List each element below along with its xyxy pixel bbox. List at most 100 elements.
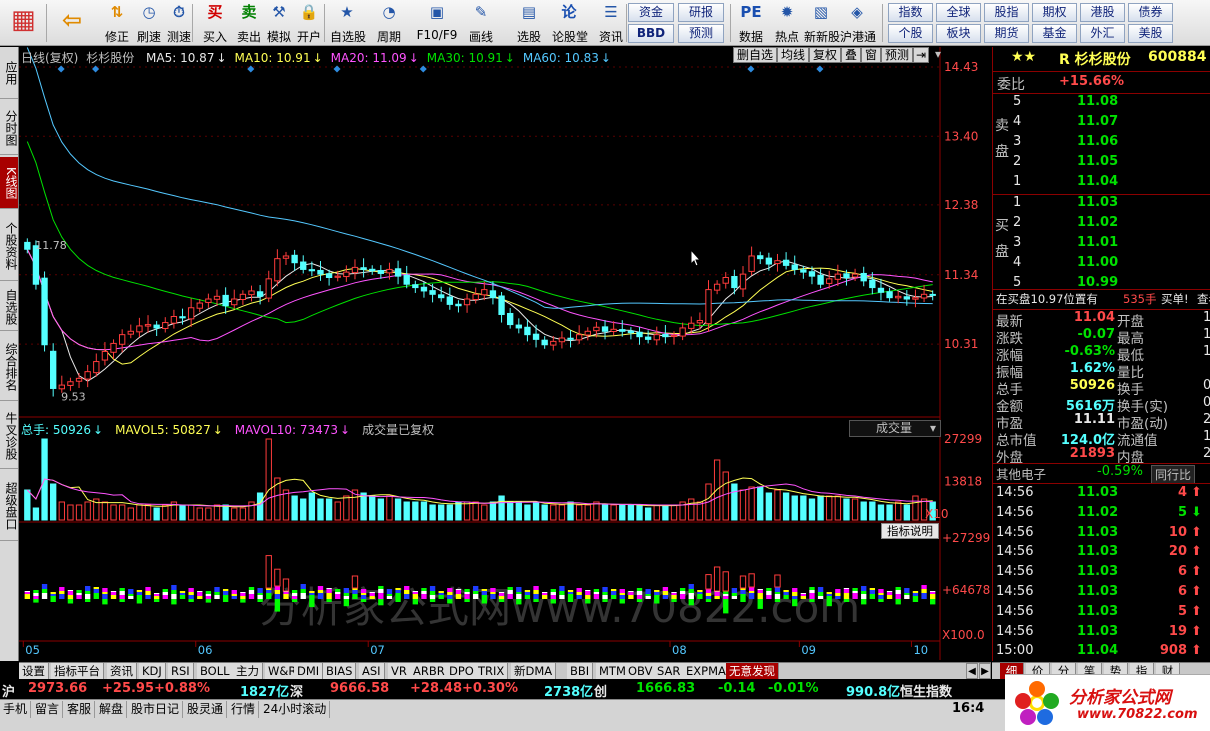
indicator-tab-12[interactable]: ARBR <box>410 663 449 679</box>
indicator-tab-4[interactable]: RSI <box>168 663 194 679</box>
buy-level-4[interactable]: 4 11.00 <box>993 255 1210 273</box>
status-item-0[interactable]: 手机 <box>0 701 32 718</box>
quick-button-3[interactable]: 预测 <box>678 24 724 43</box>
indicator-tab-1[interactable]: 指标平台 <box>51 663 104 679</box>
toolbar-button-15[interactable]: ☰ 资讯 <box>594 2 628 44</box>
chart-menu-4[interactable]: 窗 <box>861 47 882 63</box>
chart-period[interactable]: 日线(复权) <box>21 51 78 65</box>
toolbar-button-0[interactable]: ▦ <box>4 2 40 44</box>
left-tab-6[interactable]: 牛叉诊股 <box>0 403 18 469</box>
toolbar-button-18[interactable]: ▧ 新新股 <box>804 2 840 44</box>
market-button-2[interactable]: 股指 <box>984 3 1029 22</box>
left-tab-3[interactable]: 个股资料 <box>0 211 18 281</box>
buy-level-1[interactable]: 1 11.03 <box>993 195 1210 213</box>
indicator-tab-21[interactable]: 无意发现 <box>726 663 779 679</box>
market-button-5[interactable]: 债券 <box>1128 3 1173 22</box>
star-icon[interactable]: ★★ <box>1011 49 1036 65</box>
chart-menu-5[interactable]: 预测 <box>881 47 914 63</box>
market-button-1[interactable]: 全球 <box>936 3 981 22</box>
market-button-4[interactable]: 港股 <box>1080 3 1125 22</box>
market-button-7[interactable]: 板块 <box>936 24 981 43</box>
indicator-tab-6[interactable]: 主力 <box>233 663 263 679</box>
toolbar-button-1[interactable]: ⇦ <box>56 2 88 44</box>
indicator-tab-11[interactable]: VR <box>388 663 411 679</box>
scroll-left-icon[interactable]: ◀ <box>966 663 978 679</box>
indicator-tab-16[interactable]: BBI <box>567 663 594 679</box>
chevron-down-icon[interactable]: ▾ <box>931 47 945 63</box>
chart-menu-1[interactable]: 均线 <box>777 47 810 63</box>
indicator-tab-5[interactable]: BOLL <box>197 663 234 679</box>
market-button-3[interactable]: 期权 <box>1032 3 1077 22</box>
chart-menu-arrow-icon[interactable]: ⇥ <box>913 47 929 63</box>
peer-compare-tab[interactable]: 同行比 <box>1151 465 1196 484</box>
toolbar-button-10[interactable]: ◔ 周期 <box>372 2 406 44</box>
indicator-tab-19[interactable]: SAR <box>654 663 685 679</box>
status-item-7[interactable]: 24小时滚动 <box>260 701 331 718</box>
left-tab-7[interactable]: 超级盘口 <box>0 471 18 541</box>
sh-index[interactable]: 2973.66 <box>28 681 87 696</box>
toolbar-button-16[interactable]: PE 数据 <box>734 2 768 44</box>
toolbar-button-2[interactable]: ⇅ 修正 <box>100 2 134 44</box>
left-tab-4[interactable]: 自选股 <box>0 283 18 331</box>
indicator-tab-2[interactable]: 资讯 <box>107 663 137 679</box>
big-order-alert[interactable]: 在买盘10.97位置有 535手买单! 查看 <box>993 291 1210 309</box>
indicator-tab-8[interactable]: DMI <box>294 663 324 679</box>
indicator-tab-13[interactable]: DPO <box>446 663 478 679</box>
status-item-5[interactable]: 股灵通 <box>184 701 228 718</box>
left-tab-1[interactable]: 分时图 <box>0 101 18 155</box>
quick-button-0[interactable]: 资金 <box>628 3 674 22</box>
quick-button-2[interactable]: BBD <box>628 24 674 43</box>
status-item-6[interactable]: 行情 <box>228 701 260 718</box>
toolbar-button-5[interactable]: 买买入 <box>198 2 232 44</box>
sector-row[interactable]: 其他电子 -0.59% 同行比 <box>993 464 1210 484</box>
toolbar-button-6[interactable]: 卖卖出 <box>232 2 266 44</box>
toolbar-button-19[interactable]: ◈ 沪港通 <box>840 2 876 44</box>
indicator-tab-10[interactable]: ASI <box>359 663 385 679</box>
indicator-tab-9[interactable]: BIAS <box>323 663 357 679</box>
indicator-tab-3[interactable]: KDJ <box>139 663 166 679</box>
buy-level-2[interactable]: 2 11.02 <box>993 215 1210 233</box>
hs-label[interactable]: 恒生指数 <box>900 681 952 700</box>
left-tab-5[interactable]: 综合排名 <box>0 333 18 401</box>
indicator-tab-15[interactable]: 新DMA <box>511 663 557 679</box>
toolbar-button-14[interactable]: 论论股堂 <box>552 2 588 44</box>
indicator-tab-18[interactable]: OBV <box>625 663 657 679</box>
indicator-selector[interactable]: 成交量 ▾ <box>849 420 941 437</box>
buy-level-3[interactable]: 3 11.01 <box>993 235 1210 253</box>
toolbar-button-3[interactable]: ◷ 刷速 <box>132 2 166 44</box>
kline-chart[interactable]: 14.4313.4012.3811.3410.31分析家公式网www.70822… <box>19 47 991 660</box>
market-button-8[interactable]: 期货 <box>984 24 1029 43</box>
toolbar-button-7[interactable]: ⚒ 模拟 <box>262 2 296 44</box>
left-tab-2[interactable]: K线图 <box>0 157 18 209</box>
scroll-right-icon[interactable]: ▶ <box>979 663 991 679</box>
sell-level-3[interactable]: 3 11.06 <box>993 134 1210 152</box>
toolbar-button-17[interactable]: ✹ 热点 <box>770 2 804 44</box>
market-button-10[interactable]: 外汇 <box>1080 24 1125 43</box>
sell-level-2[interactable]: 2 11.05 <box>993 154 1210 172</box>
sz-index[interactable]: 9666.58 <box>330 681 389 696</box>
toolbar-button-4[interactable]: ⏱ 测速 <box>162 2 196 44</box>
market-button-11[interactable]: 美股 <box>1128 24 1173 43</box>
indicator-tab-20[interactable]: EXPMA <box>683 663 730 679</box>
indicator-tab-14[interactable]: TRIX <box>475 663 509 679</box>
toolbar-button-12[interactable]: ✎ 画线 <box>464 2 498 44</box>
sell-level-4[interactable]: 4 11.07 <box>993 114 1210 132</box>
left-tab-0[interactable]: 应用 <box>0 47 18 99</box>
market-button-0[interactable]: 指数 <box>888 3 933 22</box>
status-item-4[interactable]: 股市日记 <box>128 701 184 718</box>
market-button-9[interactable]: 基金 <box>1032 24 1077 43</box>
alert-more-link[interactable]: 查看 <box>1197 291 1210 307</box>
toolbar-button-13[interactable]: ▤ 选股 <box>512 2 546 44</box>
status-item-2[interactable]: 客服 <box>64 701 96 718</box>
sell-level-5[interactable]: 5 11.08 <box>993 94 1210 112</box>
chart-menu-2[interactable]: 复权 <box>809 47 842 63</box>
toolbar-button-11[interactable]: ▣ F10/F9 <box>414 2 460 44</box>
cy-index[interactable]: 1666.83 <box>636 681 695 696</box>
chart-menu-3[interactable]: 叠 <box>841 47 862 63</box>
indicator-explain-button[interactable]: 指标说明 <box>881 523 939 539</box>
quick-button-1[interactable]: 研报 <box>678 3 724 22</box>
indicator-tab-0[interactable]: 设置 <box>19 663 49 679</box>
status-item-1[interactable]: 留言 <box>32 701 64 718</box>
status-item-3[interactable]: 解盘 <box>96 701 128 718</box>
market-button-6[interactable]: 个股 <box>888 24 933 43</box>
